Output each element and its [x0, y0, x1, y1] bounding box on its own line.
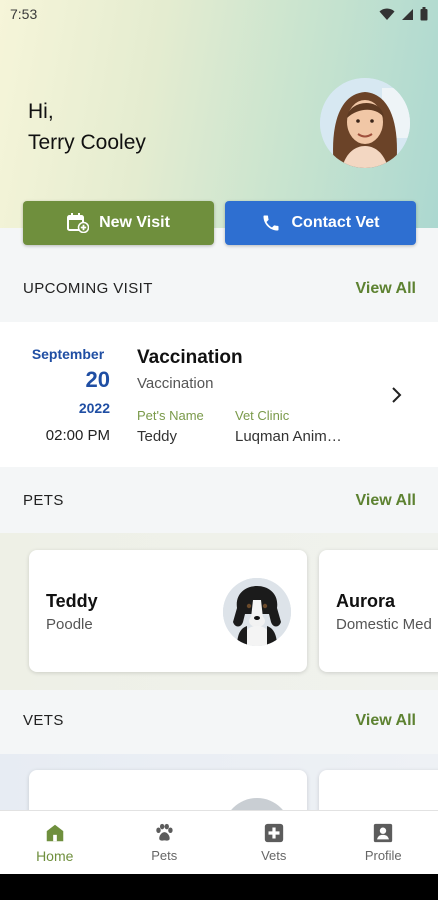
visit-month: September	[31, 346, 105, 362]
nav-vets-label: Vets	[261, 848, 287, 863]
nav-home[interactable]: Home	[0, 811, 110, 874]
pet-photo	[223, 578, 291, 646]
new-visit-button[interactable]: New Visit	[23, 201, 214, 245]
signal-icon	[402, 8, 413, 20]
pet-card[interactable]: Teddy Poodle	[29, 550, 307, 672]
dog-photo	[223, 578, 291, 646]
chevron-right-icon[interactable]	[391, 386, 403, 404]
status-time: 7:53	[10, 6, 38, 22]
avatar-photo	[320, 78, 410, 168]
pets-view-all-link[interactable]: View All	[356, 492, 416, 510]
pet-breed: Poodle	[46, 616, 93, 633]
pets-header: PETS View All	[0, 492, 438, 516]
vet-clinic-value: Luqman Anim…	[235, 428, 342, 445]
new-visit-label: New Visit	[99, 214, 170, 231]
pet-name-value: Teddy	[137, 428, 178, 445]
vets-header: VETS View All	[0, 712, 438, 736]
profile-badge-icon	[374, 823, 393, 843]
pets-title: PETS	[23, 492, 64, 509]
pet-card[interactable]: Aurora Domestic Med	[319, 550, 438, 672]
phone-icon	[263, 215, 279, 231]
upcoming-visit-card[interactable]: September 20 2022 02:00 PM Vaccination V…	[0, 322, 438, 467]
avatar[interactable]	[320, 78, 410, 168]
greeting: Hi, Terry Cooley	[28, 96, 146, 158]
upcoming-visit-title: UPCOMING VISIT	[23, 280, 153, 297]
visit-title: Vaccination	[137, 347, 243, 368]
visit-type: Vaccination	[137, 375, 214, 392]
paw-icon	[156, 823, 173, 841]
vets-carousel[interactable]	[0, 754, 438, 830]
pet-name: Teddy	[46, 591, 98, 611]
nav-pets[interactable]: Pets	[110, 811, 220, 874]
nav-pets-label: Pets	[151, 848, 178, 863]
nav-profile-label: Profile	[364, 848, 402, 863]
vets-view-all-link[interactable]: View All	[356, 712, 416, 730]
calendar-add-icon	[67, 213, 90, 233]
pet-name-label: Pet's Name	[137, 408, 204, 423]
vets-title: VETS	[23, 712, 64, 729]
nav-vets[interactable]: Vets	[219, 811, 329, 874]
user-name: Terry Cooley	[28, 131, 146, 154]
upcoming-view-all-link[interactable]: View All	[356, 280, 416, 298]
status-bar: 7:53	[0, 0, 438, 28]
contact-vet-label: Contact Vet	[291, 214, 380, 231]
system-navigation-bar	[0, 874, 438, 900]
pet-name: Aurora	[336, 591, 396, 611]
medical-cross-icon	[264, 823, 283, 843]
visit-day: 20	[85, 367, 110, 392]
home-icon	[46, 824, 63, 842]
battery-icon	[420, 7, 428, 21]
pets-carousel[interactable]: Teddy Poodle Aurora Domestic Med	[0, 533, 438, 690]
visit-year: 2022	[78, 400, 110, 416]
visit-time: 02:00 PM	[45, 427, 110, 444]
contact-vet-button[interactable]: Contact Vet	[225, 201, 416, 245]
status-icons	[379, 7, 428, 21]
greeting-hi: Hi,	[28, 100, 54, 123]
upcoming-visit-header: UPCOMING VISIT View All	[0, 280, 438, 304]
vet-clinic-label: Vet Clinic	[235, 408, 290, 423]
nav-home-label: Home	[36, 848, 74, 864]
nav-profile[interactable]: Profile	[329, 811, 438, 874]
pet-breed: Domestic Med	[336, 616, 432, 633]
bottom-navigation: Home Pets Vets Profile	[0, 810, 438, 874]
wifi-icon	[379, 8, 395, 20]
